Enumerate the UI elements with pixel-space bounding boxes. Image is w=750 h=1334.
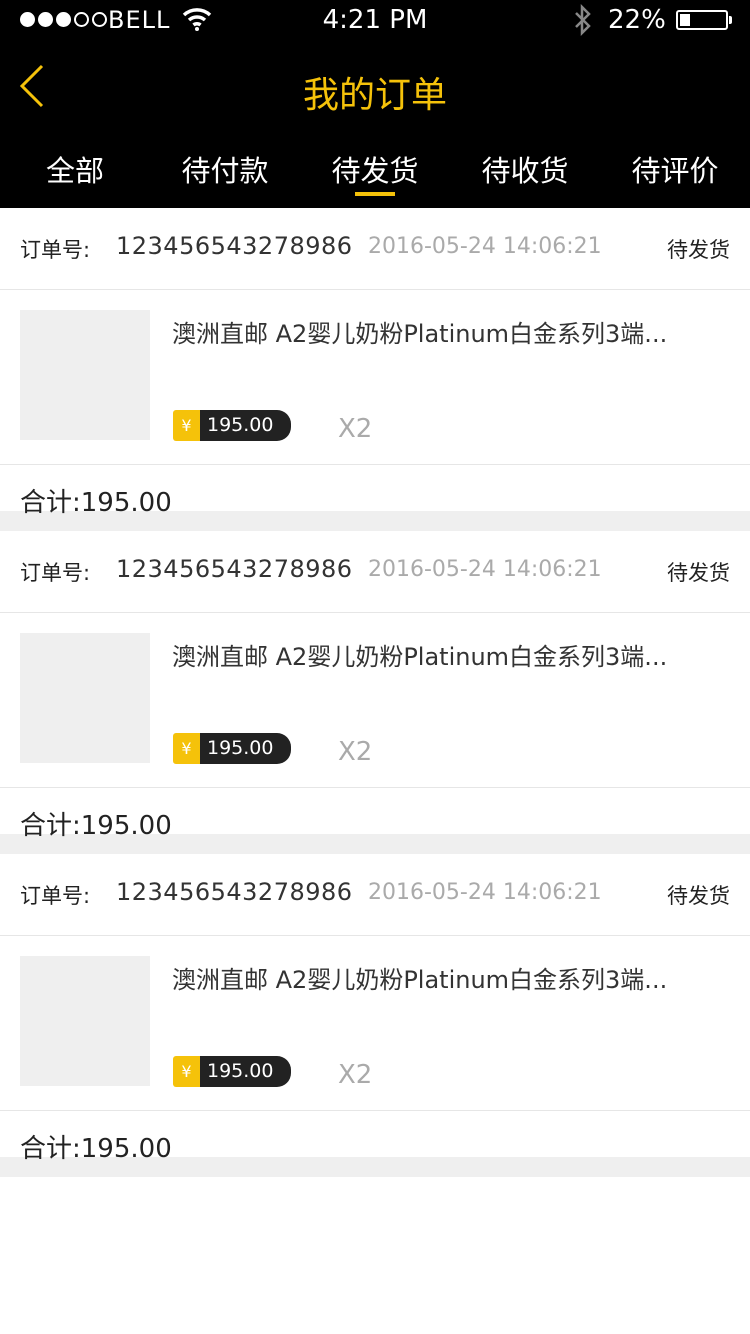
order-number: 123456543278986 [116, 555, 353, 583]
battery-tip [729, 16, 732, 24]
order-status: 待发货 [667, 238, 730, 262]
total-label: 合计: [20, 488, 81, 518]
product-quantity: X2 [338, 1060, 373, 1090]
order-number: 123456543278986 [116, 878, 353, 906]
tab-label: 待发货 [331, 154, 419, 188]
order-card[interactable]: 订单号: 123456543278986 2016-05-24 14:06:21… [0, 531, 750, 854]
order-header: 订单号: 123456543278986 2016-05-24 14:06:21… [0, 208, 750, 290]
product-thumbnail[interactable] [20, 310, 150, 440]
product-name: 澳洲直邮 A2婴儿奶粉Platinum白金系列3端... [172, 320, 668, 348]
order-footer: 合计:195.00 [0, 465, 750, 531]
order-item[interactable]: 澳洲直邮 A2婴儿奶粉Platinum白金系列3端... ¥ 195.00 X2 [0, 613, 750, 788]
battery-fill [680, 14, 690, 26]
total-value: 195.00 [80, 811, 172, 841]
order-list: 订单号: 123456543278986 2016-05-24 14:06:21… [0, 208, 750, 1177]
order-date: 2016-05-24 14:06:21 [368, 557, 602, 582]
currency-icon: ¥ [173, 410, 200, 441]
currency-icon: ¥ [173, 1056, 200, 1087]
nav-bar: 我的订单 全部 待付款 待发货 待收货 待评价 [0, 40, 750, 208]
price-tag: ¥ 195.00 [173, 733, 292, 764]
price-tag: ¥ 195.00 [173, 1056, 292, 1087]
total-value: 195.00 [80, 488, 172, 518]
product-quantity: X2 [338, 414, 373, 444]
status-bar: BELL 4:21 PM 22% [0, 0, 750, 40]
order-item[interactable]: 澳洲直邮 A2婴儿奶粉Platinum白金系列3端... ¥ 195.00 X2 [0, 936, 750, 1111]
order-date: 2016-05-24 14:06:21 [368, 234, 602, 259]
tab-pending-payment[interactable]: 待付款 [150, 144, 300, 208]
order-total: 合计:195.00 [20, 482, 172, 519]
order-footer: 合计:195.00 [0, 1111, 750, 1177]
order-total: 合计:195.00 [20, 805, 172, 842]
tab-label: 待付款 [181, 154, 269, 188]
tab-label: 待评价 [631, 154, 719, 188]
tab-label: 全部 [45, 154, 104, 188]
product-price: 195.00 [200, 733, 292, 764]
order-number-label: 订单号: [20, 238, 91, 262]
page-title: 我的订单 [302, 75, 447, 116]
order-item[interactable]: 澳洲直邮 A2婴儿奶粉Platinum白金系列3端... ¥ 195.00 X2 [0, 290, 750, 465]
battery-icon [676, 10, 728, 30]
order-number-label: 订单号: [20, 561, 91, 585]
tab-pending-review[interactable]: 待评价 [600, 144, 750, 208]
total-label: 合计: [20, 811, 81, 841]
total-label: 合计: [20, 1134, 81, 1164]
currency-icon: ¥ [173, 733, 200, 764]
order-status: 待发货 [667, 561, 730, 585]
order-number-label: 订单号: [20, 884, 91, 908]
product-thumbnail[interactable] [20, 956, 150, 1086]
product-name: 澳洲直邮 A2婴儿奶粉Platinum白金系列3端... [172, 966, 668, 994]
tab-pending-receipt[interactable]: 待收货 [450, 144, 600, 208]
total-value: 195.00 [80, 1134, 172, 1164]
tab-all[interactable]: 全部 [0, 144, 150, 208]
order-footer: 合计:195.00 [0, 788, 750, 854]
order-date: 2016-05-24 14:06:21 [368, 880, 602, 905]
active-tab-indicator [355, 192, 395, 196]
order-tabs: 全部 待付款 待发货 待收货 待评价 [0, 144, 750, 208]
product-thumbnail[interactable] [20, 633, 150, 763]
product-name: 澳洲直邮 A2婴儿奶粉Platinum白金系列3端... [172, 643, 668, 671]
order-card[interactable]: 订单号: 123456543278986 2016-05-24 14:06:21… [0, 854, 750, 1177]
order-total: 合计:195.00 [20, 1128, 172, 1165]
tab-label: 待收货 [481, 154, 569, 188]
order-header: 订单号: 123456543278986 2016-05-24 14:06:21… [0, 531, 750, 613]
battery-percent: 22% [608, 5, 666, 35]
order-status: 待发货 [667, 884, 730, 908]
order-header: 订单号: 123456543278986 2016-05-24 14:06:21… [0, 854, 750, 936]
tab-pending-shipment[interactable]: 待发货 [300, 144, 450, 208]
product-price: 195.00 [200, 1056, 292, 1087]
price-tag: ¥ 195.00 [173, 410, 292, 441]
order-number: 123456543278986 [116, 232, 353, 260]
product-price: 195.00 [200, 410, 292, 441]
product-quantity: X2 [338, 737, 373, 767]
order-card[interactable]: 订单号: 123456543278986 2016-05-24 14:06:21… [0, 208, 750, 531]
bluetooth-icon [572, 3, 594, 40]
